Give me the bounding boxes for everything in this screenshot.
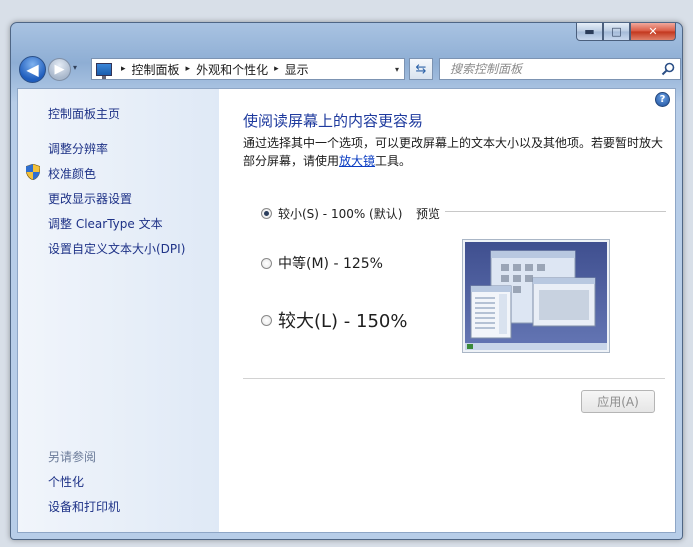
sidebar: 控制面板主页 调整分辨率 校准颜色 更改显示器设置 调整 ClearType 文… [18, 89, 219, 532]
option-larger[interactable]: 较大(L) - 150% [261, 307, 407, 333]
sidebar-item-devices-printers[interactable]: 设备和打印机 [48, 498, 120, 515]
content-divider [243, 378, 665, 379]
caption-buttons: ▬ □ ✕ [576, 23, 676, 41]
option-smaller[interactable]: 较小(S) - 100% (默认) [261, 205, 402, 222]
breadcrumb-appearance[interactable]: 外观和个性化 [196, 61, 268, 78]
sidebar-home-link[interactable]: 控制面板主页 [48, 105, 120, 122]
description-text: 通过选择其中一个选项，可以更改屏幕上的文本大小以及其他项。若要暂时放大部分屏幕，… [243, 136, 664, 168]
description-text-end: 工具。 [375, 154, 412, 168]
option-medium[interactable]: 中等(M) - 125% [261, 253, 383, 273]
apply-button[interactable]: 应用(A) [581, 390, 655, 413]
radio-smaller[interactable] [261, 208, 272, 219]
breadcrumb-separator-icon[interactable]: ▸ [121, 64, 126, 74]
magnifier-link[interactable]: 放大镜 [339, 154, 375, 168]
address-dropdown-icon[interactable]: ▾ [395, 65, 399, 74]
back-button[interactable]: ◀ [19, 56, 46, 83]
navigation-bar: ◀ ▶ ▾ ▸ 控制面板 ▸ 外观和个性化 ▸ 显示 ▾ ⇆ [19, 55, 681, 83]
page-title: 使阅读屏幕上的内容更容易 [243, 112, 424, 130]
page-description: 通过选择其中一个选项，可以更改屏幕上的文本大小以及其他项。若要暂时放大部分屏幕，… [243, 134, 668, 170]
sidebar-item-cleartype[interactable]: 调整 ClearType 文本 [48, 215, 163, 232]
option-larger-label[interactable]: 较大(L) - 150% [278, 307, 407, 333]
search-box[interactable] [439, 58, 681, 80]
sidebar-item-calibrate-color[interactable]: 校准颜色 [48, 165, 96, 182]
sidebar-item-custom-dpi[interactable]: 设置自定义文本大小(DPI) [48, 240, 185, 257]
breadcrumb-display[interactable]: 显示 [285, 61, 309, 78]
preview-image [462, 239, 610, 353]
breadcrumb-control-panel[interactable]: 控制面板 [132, 61, 180, 78]
history-dropdown-icon[interactable]: ▾ [73, 63, 77, 72]
explorer-window: ▬ □ ✕ ◀ ▶ ▾ ▸ 控制面板 ▸ 外观和个性化 ▸ 显示 ▾ ⇆ 搜索控… [10, 22, 683, 540]
option-smaller-label[interactable]: 较小(S) - 100% (默认) [278, 205, 402, 222]
radio-medium[interactable] [261, 257, 272, 269]
forward-button[interactable]: ▶ [48, 58, 71, 81]
refresh-button[interactable]: ⇆ [409, 58, 433, 80]
preview-divider [445, 211, 666, 212]
uac-shield-icon [26, 164, 40, 180]
control-panel-icon [96, 62, 112, 79]
desktop-preview-icon [465, 242, 607, 350]
breadcrumb-separator-icon[interactable]: ▸ [274, 64, 279, 74]
address-bar[interactable]: ▸ 控制面板 ▸ 外观和个性化 ▸ 显示 ▾ [91, 58, 405, 80]
breadcrumb-separator-icon[interactable]: ▸ [186, 64, 191, 74]
radio-larger[interactable] [261, 314, 272, 326]
see-also-heading: 另请参阅 [48, 450, 97, 464]
sidebar-item-display-settings[interactable]: 更改显示器设置 [48, 190, 132, 207]
search-input[interactable] [448, 61, 660, 77]
option-medium-label[interactable]: 中等(M) - 125% [278, 253, 383, 273]
main-panel: ? 使阅读屏幕上的内容更容易 通过选择其中一个选项，可以更改屏幕上的文本大小以及… [219, 89, 675, 532]
sidebar-item-resolution[interactable]: 调整分辨率 [48, 140, 108, 157]
close-button[interactable]: ✕ [630, 23, 676, 41]
minimize-button[interactable]: ▬ [576, 23, 603, 41]
content-area: 控制面板主页 调整分辨率 校准颜色 更改显示器设置 调整 ClearType 文… [17, 88, 676, 533]
preview-label: 预览 [416, 207, 441, 221]
sidebar-item-personalization[interactable]: 个性化 [48, 473, 84, 490]
maximize-button[interactable]: □ [603, 23, 630, 41]
search-icon[interactable] [660, 61, 676, 77]
help-icon[interactable]: ? [655, 92, 670, 107]
refresh-icon: ⇆ [415, 61, 427, 77]
